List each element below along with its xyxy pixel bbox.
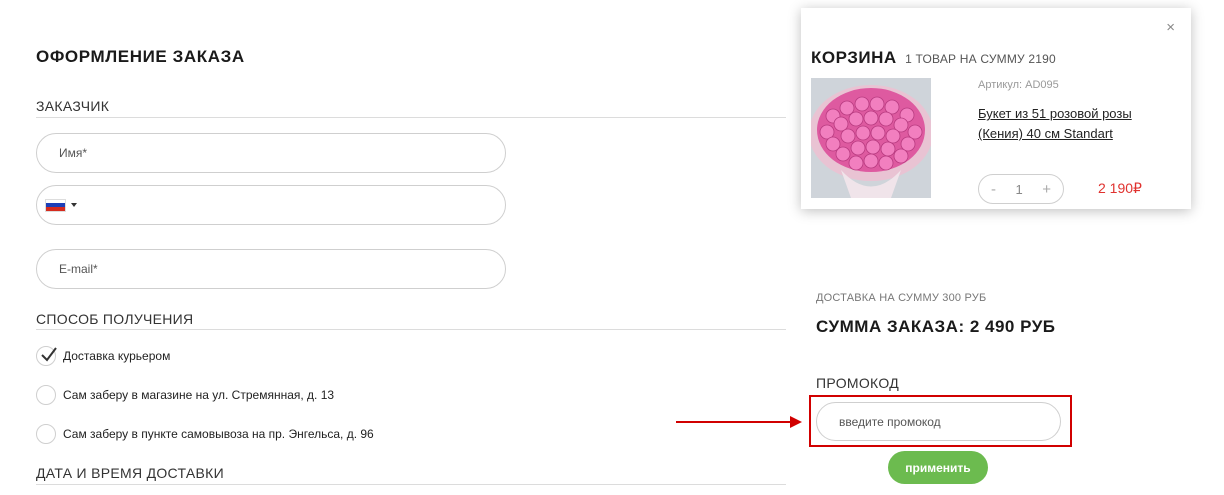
divider xyxy=(36,484,786,485)
delivery-option-store-pickup[interactable]: Сам заберу в магазине на ул. Стремянная,… xyxy=(36,385,334,405)
cart-title: КОРЗИНА 1 ТОВАР НА СУММУ 2190 xyxy=(811,48,1056,68)
country-dropdown-caret-icon[interactable] xyxy=(71,203,77,207)
delivery-option-courier[interactable]: Доставка курьером xyxy=(36,346,170,366)
quantity-value[interactable]: 1 xyxy=(1016,182,1023,197)
delivery-option-label: Доставка курьером xyxy=(63,349,171,363)
promo-title: ПРОМОКОД xyxy=(816,375,899,391)
order-sum: СУММА ЗАКАЗА: 2 490 РУБ xyxy=(816,317,1056,336)
page-title: ОФОРМЛЕНИЕ ЗАКАЗА xyxy=(36,47,245,66)
delivery-option-label: Сам заберу в пункте самовывоза на пр. Эн… xyxy=(63,427,374,441)
product-article: Артикул: AD095 xyxy=(978,79,1059,91)
promo-placeholder: введите промокод xyxy=(839,414,941,429)
delivery-option-pickup-point[interactable]: Сам заберу в пункте самовывоза на пр. Эн… xyxy=(36,424,374,444)
quantity-stepper[interactable]: - 1 + xyxy=(978,174,1064,204)
email-placeholder: E-mail* xyxy=(59,262,98,276)
apply-promo-button[interactable]: применить xyxy=(888,451,988,484)
divider xyxy=(36,329,786,330)
product-name-link[interactable]: Букет из 51 розовой розы (Кения) 40 см S… xyxy=(978,104,1163,144)
quantity-minus-button[interactable]: - xyxy=(991,181,996,198)
radio-unchecked[interactable] xyxy=(36,424,56,444)
promo-input[interactable]: введите промокод xyxy=(816,402,1061,441)
quantity-plus-button[interactable]: + xyxy=(1042,181,1051,198)
divider xyxy=(36,117,786,118)
delivery-option-label: Сам заберу в магазине на ул. Стремянная,… xyxy=(63,388,335,402)
checkmark-icon xyxy=(41,347,57,362)
product-image[interactable] xyxy=(811,78,931,198)
arrow-right-icon xyxy=(676,416,802,428)
product-price: 2 190₽ xyxy=(1098,180,1142,196)
section-title-delivery-method: СПОСОБ ПОЛУЧЕНИЯ xyxy=(36,311,194,327)
close-icon[interactable]: × xyxy=(1166,20,1175,35)
radio-unchecked[interactable] xyxy=(36,385,56,405)
delivery-sum: ДОСТАВКА НА СУММУ 300 РУБ xyxy=(816,292,987,304)
cart-subtitle: 1 ТОВАР НА СУММУ 2190 xyxy=(905,52,1056,66)
russia-flag-icon[interactable] xyxy=(45,198,66,212)
section-title-customer: ЗАКАЗЧИК xyxy=(36,98,110,114)
radio-checked[interactable] xyxy=(36,346,57,366)
rose-bouquet-image xyxy=(811,78,931,198)
name-placeholder: Имя* xyxy=(59,146,88,160)
section-title-datetime: ДАТА И ВРЕМЯ ДОСТАВКИ xyxy=(36,465,224,481)
cart-title-label: КОРЗИНА xyxy=(811,48,897,67)
name-field[interactable]: Имя* xyxy=(36,133,506,173)
email-field[interactable]: E-mail* xyxy=(36,249,506,289)
cart-popup: × КОРЗИНА 1 ТОВАР НА СУММУ 2190 Артикул:… xyxy=(801,8,1191,209)
phone-field[interactable] xyxy=(36,185,506,225)
